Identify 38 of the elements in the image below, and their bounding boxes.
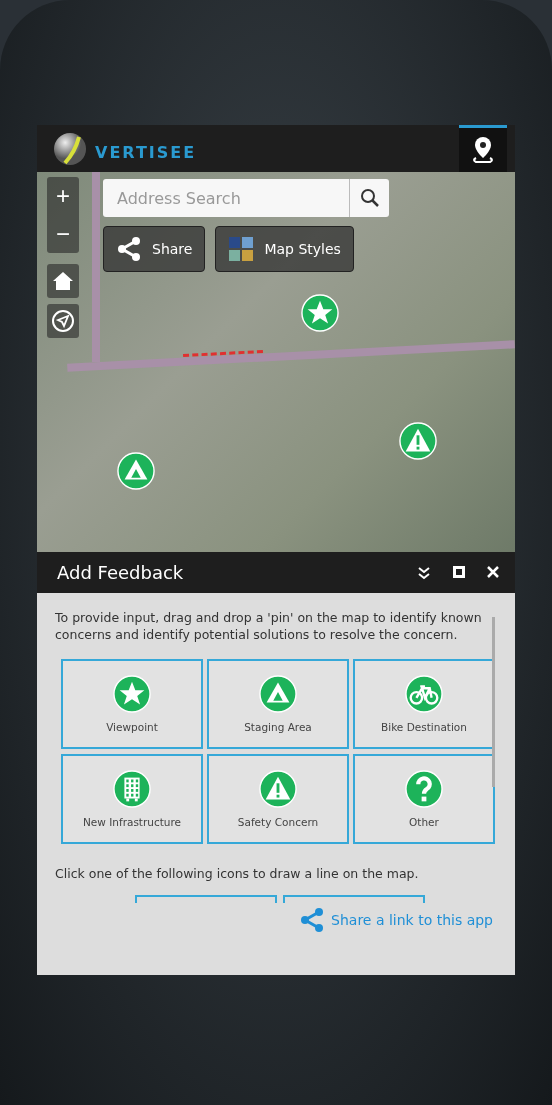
location-pin-icon (470, 135, 496, 165)
search-icon (359, 188, 380, 208)
feedback-type-button[interactable]: Other (353, 754, 495, 844)
share-icon (116, 236, 142, 262)
map-placeholder[interactable]: + − Address Search Share Map Styles (37, 172, 515, 552)
feedback-type-button[interactable]: Staging Area (207, 659, 349, 749)
double-chevron-icon (417, 565, 431, 580)
map-styles-button[interactable]: Map Styles (215, 226, 354, 272)
navigation-icon (51, 309, 75, 333)
close-icon (487, 565, 499, 578)
zoom-out-button[interactable]: − (47, 215, 79, 253)
location-tab[interactable] (459, 125, 507, 172)
building-icon (113, 770, 151, 808)
bicycle-icon (405, 675, 443, 713)
logo-text: VERTISEE (95, 143, 197, 162)
warning-icon (259, 770, 297, 808)
feedback-type-button[interactable]: Safety Concern (207, 754, 349, 844)
tent-icon (259, 675, 297, 713)
map-thumbnails-icon (228, 236, 255, 262)
share-button[interactable]: Share (103, 226, 206, 272)
feedback-type-button[interactable]: Viewpoint (61, 659, 203, 749)
search-field[interactable]: Address Search (103, 179, 349, 217)
locate-button[interactable] (47, 304, 79, 338)
search-button[interactable] (349, 179, 389, 217)
logo-icon (53, 131, 87, 166)
feedback-type-button[interactable]: New Infrastructure (61, 754, 203, 844)
home-icon (52, 270, 74, 292)
home-button[interactable] (47, 264, 79, 298)
question-icon (405, 770, 443, 808)
maximize-icon (453, 565, 465, 578)
instruction-text: To provide input, drag and drop a 'pin' on the map to identify known concerns and identify potential solutions to resolve the concern. (55, 609, 483, 643)
zoom-in-button[interactable]: + (47, 177, 79, 215)
line-instruction-text: Click one of the following icons to draw a line on the map. (55, 866, 420, 881)
feedback-type-button[interactable]: Bike Destination (353, 659, 495, 749)
share-icon (299, 907, 326, 933)
warning-icon (399, 422, 437, 460)
tent-icon (117, 452, 155, 490)
panel-title: Add Feedback (57, 562, 184, 583)
